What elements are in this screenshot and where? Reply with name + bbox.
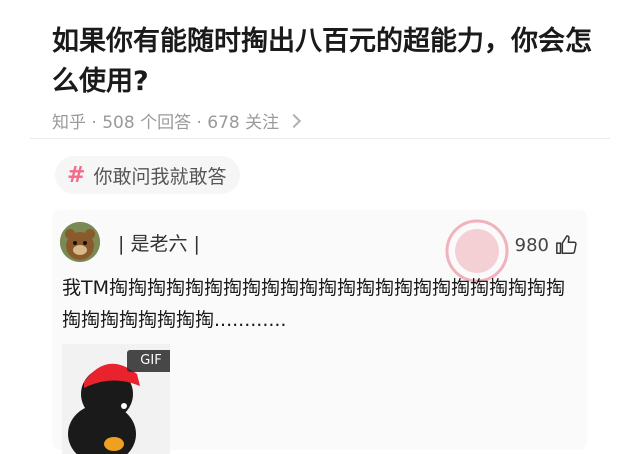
avatar[interactable]: [60, 222, 100, 262]
topic-label: 你敢问我就敢答: [93, 165, 227, 188]
gif-badge: GIF: [127, 350, 170, 372]
question-meta-text: 知乎 · 508 个回答 · 678 关注: [52, 113, 280, 133]
chevron-right-icon: [287, 113, 302, 128]
question-meta[interactable]: 知乎 · 508 个回答 · 678 关注: [52, 108, 302, 133]
answer-text[interactable]: 我TM掏掏掏掏掏掏掏掏掏掏掏掏掏掏掏掏掏掏掏掏掏掏掏掏掏掏掏掏掏掏掏掏.....…: [62, 272, 582, 336]
answer-card: | 是老六 | 980 我TM掏掏掏掏掏掏掏掏掏掏掏掏掏掏掏掏掏掏掏掏掏掏掏掏掏…: [52, 210, 587, 454]
like-button[interactable]: 980: [515, 234, 577, 256]
thumbs-up-icon: [556, 235, 577, 254]
author-row[interactable]: | 是老六 |: [60, 222, 200, 262]
hash-icon: #: [67, 162, 86, 188]
like-count: 980: [514, 234, 549, 256]
question-card[interactable]: 如果你有能随时掏出八百元的超能力，你会怎么使用? 知乎 · 508 个回答 · …: [30, 0, 610, 139]
avatar-bear: [60, 222, 100, 262]
topic-tag[interactable]: # 你敢问我就敢答: [55, 156, 241, 194]
gif-image[interactable]: GIF: [62, 344, 170, 454]
question-title[interactable]: 如果你有能随时掏出八百元的超能力，你会怎么使用?: [52, 22, 592, 102]
author-name[interactable]: | 是老六 |: [118, 229, 200, 256]
